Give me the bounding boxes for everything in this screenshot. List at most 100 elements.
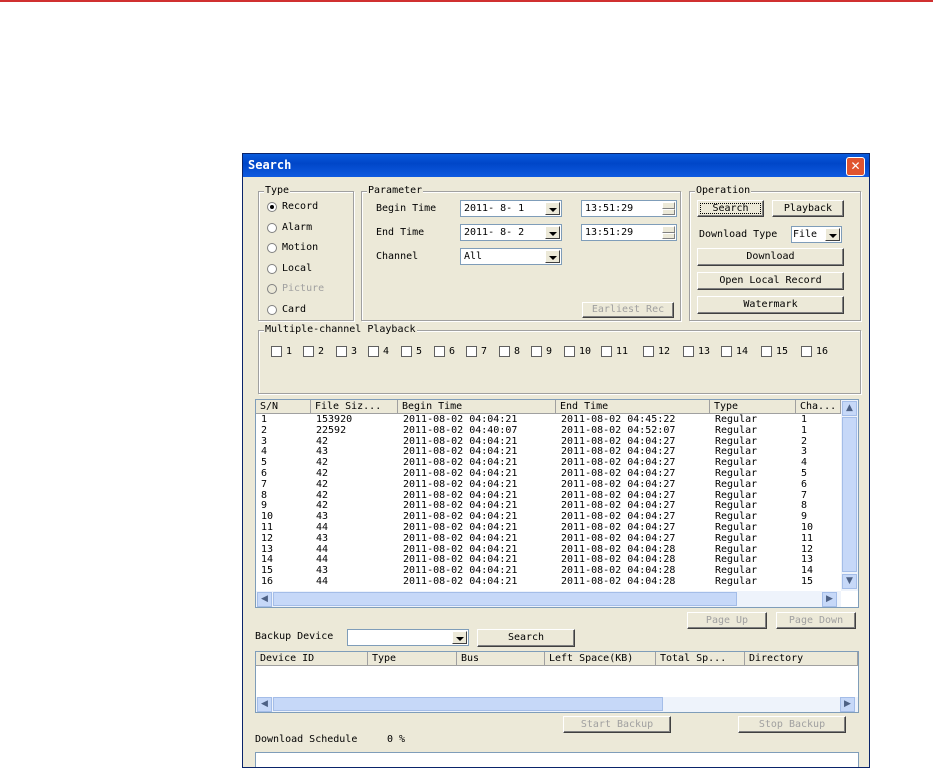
end-time-field[interactable]: 13:51:29 [581, 224, 677, 241]
table-cell: 9 [801, 511, 808, 523]
earliest-rec-button[interactable]: Earliest Rec [582, 302, 674, 318]
table-cell: 43 [316, 565, 329, 577]
backup-column-header[interactable]: Total Sp... [656, 652, 745, 666]
channel-checkbox[interactable] [564, 346, 575, 357]
table-cell: 2011-08-02 04:52:07 [561, 424, 676, 436]
table-row[interactable]: 16 44 2011-08-02 04:04:21 2011-08-02 04:04:… [256, 577, 841, 588]
end-date-picker[interactable]: 2011- 8- 2 [460, 224, 562, 241]
table-cell: 44 [316, 543, 329, 555]
page-down-button[interactable]: Page Down [776, 612, 856, 629]
type-radio-3[interactable] [267, 263, 277, 274]
table-cell: 3 [261, 435, 268, 447]
channel-checkbox-label: 15 [776, 346, 789, 357]
close-icon[interactable]: ✕ [846, 157, 865, 176]
type-legend: Type [264, 185, 291, 196]
end-date-dropdown-icon[interactable] [545, 226, 560, 239]
channel-checkbox[interactable] [303, 346, 314, 357]
channel-select[interactable]: All [460, 248, 562, 265]
backup-device-list[interactable]: Device ID Type Bus Left Space(KB) Total Sp..… [255, 651, 859, 713]
type-radio-2[interactable] [267, 243, 277, 254]
table-cell: 2011-08-02 04:04:21 [403, 532, 518, 544]
type-radio-0[interactable] [267, 202, 277, 212]
page-up-button[interactable]: Page Up [687, 612, 767, 629]
record-list[interactable]: S/N File Siz... Begin Time End Time Type Cha.… [255, 399, 859, 608]
record-list-vthumb[interactable] [842, 417, 857, 572]
channel-checkbox-label: 13 [698, 346, 711, 357]
title-bar[interactable]: Search ✕ [243, 154, 869, 177]
playback-button[interactable]: Playback [772, 200, 844, 217]
arrow-left-icon[interactable]: ◀ [257, 592, 272, 607]
record-list-vscrollbar[interactable]: ▲ ▼ [841, 400, 858, 591]
backup-list-hthumb[interactable] [273, 697, 663, 711]
download-type-dropdown-icon[interactable] [825, 228, 840, 241]
record-column-header[interactable]: S/N [256, 400, 311, 414]
channel-checkbox-label: 12 [658, 346, 671, 357]
table-cell: 2011-08-02 04:04:21 [403, 511, 518, 523]
channel-dropdown-icon[interactable] [545, 250, 560, 263]
watermark-button[interactable]: Watermark [697, 296, 844, 314]
backup-column-header[interactable]: Device ID [256, 652, 368, 666]
search-button[interactable]: Search [697, 200, 764, 217]
channel-checkbox[interactable] [434, 346, 445, 357]
table-cell: 2011-08-02 04:04:27 [561, 511, 676, 523]
record-column-header[interactable]: File Siz... [311, 400, 398, 414]
stop-backup-button[interactable]: Stop Backup [738, 716, 846, 733]
backup-column-header[interactable]: Directory [745, 652, 858, 666]
channel-checkbox[interactable] [368, 346, 379, 357]
channel-checkbox[interactable] [721, 346, 732, 357]
record-column-header[interactable]: Type [710, 400, 796, 414]
end-time-spinner[interactable] [662, 226, 675, 239]
begin-time-field[interactable]: 13:51:29 [581, 200, 677, 217]
arrow-down-icon[interactable]: ▼ [842, 574, 857, 589]
channel-checkbox[interactable] [683, 346, 694, 357]
channel-checkbox[interactable] [601, 346, 612, 357]
table-cell: 12 [801, 543, 814, 555]
table-cell: 11 [261, 522, 274, 533]
open-local-record-button[interactable]: Open Local Record [697, 272, 844, 290]
begin-date-picker[interactable]: 2011- 8- 1 [460, 200, 562, 217]
channel-checkbox[interactable] [643, 346, 654, 357]
backup-column-header[interactable]: Left Space(KB) [545, 652, 656, 666]
backup-list-hscrollbar[interactable]: ◀ ▶ [256, 697, 858, 712]
backup-column-header[interactable]: Bus [457, 652, 545, 666]
type-radio-5[interactable] [267, 305, 277, 315]
channel-checkbox[interactable] [801, 346, 812, 357]
arrow-right-icon[interactable]: ▶ [822, 592, 837, 607]
begin-date-dropdown-icon[interactable] [545, 202, 560, 215]
start-backup-button[interactable]: Start Backup [563, 716, 671, 733]
channel-checkbox-label: 7 [481, 346, 488, 357]
backup-search-button[interactable]: Search [477, 629, 575, 647]
table-cell: 2011-08-02 04:04:27 [561, 468, 676, 479]
channel-checkbox[interactable] [336, 346, 347, 357]
table-cell: 43 [316, 446, 329, 458]
record-list-hscrollbar[interactable]: ◀ ▶ [256, 591, 841, 607]
table-cell: Regular [715, 457, 758, 469]
multi-channel-group: Multiple-channel Playback 1 2 3 4 5 6 7 8 9 10 11 1… [258, 324, 861, 394]
record-column-header[interactable]: Cha... [796, 400, 841, 414]
begin-time-spinner[interactable] [662, 202, 675, 215]
channel-checkbox[interactable] [531, 346, 542, 357]
window-title: Search [248, 158, 292, 172]
channel-checkbox[interactable] [466, 346, 477, 357]
channel-checkbox[interactable] [401, 346, 412, 357]
table-cell: Regular [715, 478, 758, 490]
channel-value: All [464, 251, 483, 262]
channel-checkbox[interactable] [761, 346, 772, 357]
record-column-header[interactable]: End Time [556, 400, 710, 414]
download-button[interactable]: Download [697, 248, 844, 266]
channel-checkbox[interactable] [499, 346, 510, 357]
backup-column-header[interactable]: Type [368, 652, 457, 666]
arrow-left-icon[interactable]: ◀ [257, 697, 272, 712]
channel-checkbox[interactable] [271, 346, 282, 357]
arrow-up-icon[interactable]: ▲ [842, 401, 857, 416]
backup-device-select[interactable] [347, 629, 469, 646]
record-list-hthumb[interactable] [273, 592, 737, 606]
arrow-right-icon[interactable]: ▶ [840, 697, 855, 712]
table-cell: 44 [316, 522, 329, 533]
backup-device-dropdown-icon[interactable] [452, 631, 467, 644]
table-cell: 2 [261, 424, 268, 436]
record-column-header[interactable]: Begin Time [398, 400, 556, 414]
type-radio-1[interactable] [267, 222, 277, 233]
download-type-select[interactable]: File [791, 226, 842, 243]
table-cell: 2011-08-02 04:04:21 [403, 446, 518, 458]
